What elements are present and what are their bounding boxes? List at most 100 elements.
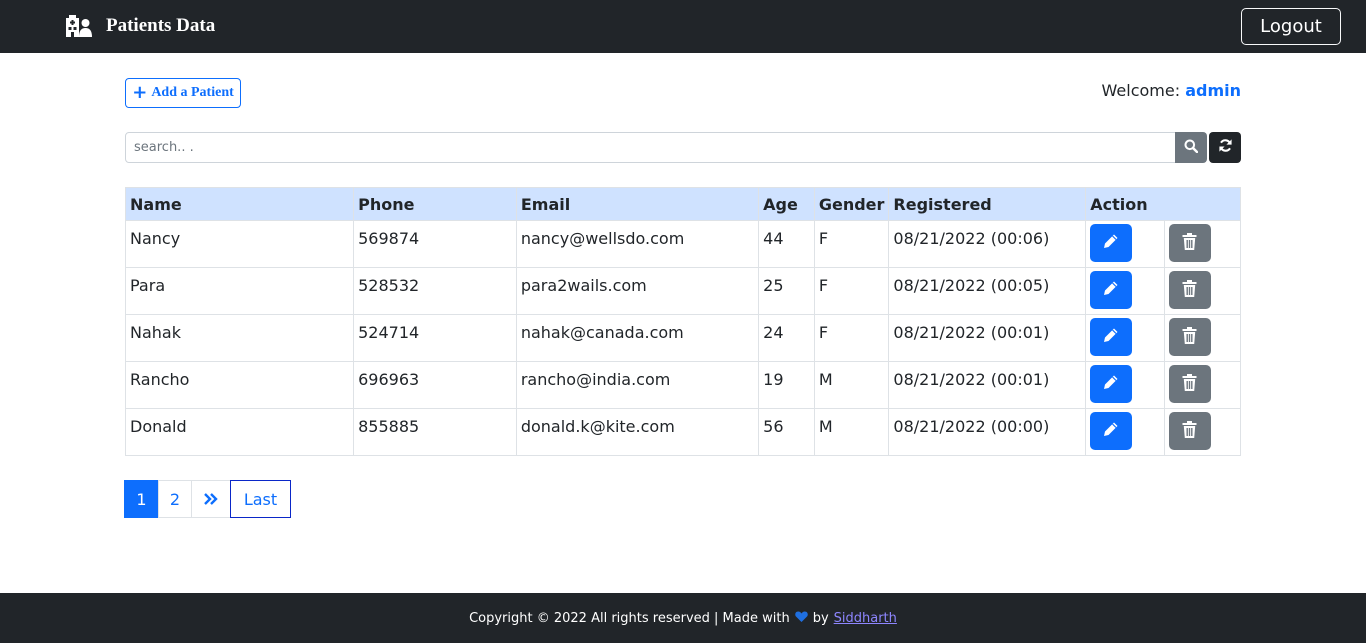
delete-button[interactable] [1168, 224, 1211, 262]
cell-delete [1163, 408, 1242, 456]
navbar: Patients Data Logout [0, 0, 1366, 53]
table-row: Nahak 524714 nahak@canada.com 24 F 08/21… [124, 314, 1242, 362]
column-header-name: Name [124, 187, 355, 221]
cell-edit [1085, 408, 1165, 456]
cell-phone: 569874 [353, 220, 517, 268]
column-header-gender: Gender [813, 187, 890, 221]
trash-icon [1182, 232, 1197, 254]
cell-registered: 08/21/2022 (00:01) [888, 314, 1087, 362]
column-header-age: Age [758, 187, 815, 221]
cell-registered: 08/21/2022 (00:06) [888, 220, 1087, 268]
cell-age: 19 [758, 361, 815, 409]
trash-icon [1182, 279, 1197, 301]
cell-email: rancho@india.com [515, 361, 760, 409]
table-header-row: Name Phone Email Age Gender Registered A… [124, 187, 1241, 221]
search-icon [1184, 138, 1199, 157]
add-patient-label: Add a Patient [151, 85, 234, 100]
search-input[interactable] [125, 132, 1176, 163]
cell-registered: 08/21/2022 (00:01) [888, 361, 1087, 409]
edit-button[interactable] [1090, 224, 1133, 262]
pencil-icon [1102, 373, 1120, 395]
cell-age: 25 [758, 267, 815, 315]
username: admin [1185, 81, 1241, 100]
by-text: by [812, 610, 829, 626]
cell-edit [1085, 220, 1165, 268]
cell-name: Para [124, 267, 355, 315]
last-page-link[interactable]: Last [230, 480, 291, 518]
patients-table: Name Phone Email Age Gender Registered A… [124, 187, 1242, 456]
cell-phone: 855885 [353, 408, 517, 456]
pencil-icon [1102, 232, 1120, 254]
pencil-icon [1102, 420, 1120, 442]
next-pages-link[interactable] [191, 480, 231, 518]
author-link[interactable]: Siddharth [834, 611, 897, 626]
cell-age: 56 [758, 408, 815, 456]
cell-gender: M [813, 361, 890, 409]
cell-gender: F [813, 267, 890, 315]
cell-delete [1163, 267, 1242, 315]
table-row: Rancho 696963 rancho@india.com 19 M 08/2… [124, 361, 1242, 409]
cell-delete [1163, 314, 1242, 362]
app-title: Patients Data [106, 15, 216, 36]
copyright-text: Copyright © 2022 All rights reserved | M… [469, 610, 790, 626]
cell-gender: F [813, 314, 890, 362]
cell-gender: M [813, 408, 890, 456]
refresh-button[interactable] [1209, 132, 1241, 163]
edit-button[interactable] [1090, 412, 1133, 450]
cell-registered: 08/21/2022 (00:05) [888, 267, 1087, 315]
cell-delete [1163, 220, 1242, 268]
cell-name: Rancho [124, 361, 355, 409]
trash-icon [1182, 326, 1197, 348]
cell-age: 24 [758, 314, 815, 362]
pencil-icon [1102, 326, 1120, 348]
welcome-prefix: Welcome: [1101, 81, 1181, 100]
edit-button[interactable] [1090, 271, 1133, 309]
hospital-user-icon [66, 15, 93, 37]
search-button[interactable] [1175, 132, 1207, 163]
pagination: 1 2 Last [124, 480, 291, 518]
cell-name: Donald [124, 408, 355, 456]
delete-button[interactable] [1168, 412, 1211, 450]
brand[interactable]: Patients Data [66, 15, 215, 37]
table-row: Donald 855885 donald.k@kite.com 56 M 08/… [124, 408, 1242, 456]
pencil-icon [1102, 279, 1120, 301]
cell-email: para2wails.com [515, 267, 760, 315]
logout-button[interactable]: Logout [1241, 8, 1341, 45]
welcome-message: Welcome: admin [1102, 80, 1241, 102]
column-header-registered: Registered [888, 187, 1087, 221]
trash-icon [1182, 420, 1197, 442]
cell-edit [1085, 314, 1165, 362]
cell-phone: 524714 [353, 314, 517, 362]
edit-button[interactable] [1090, 318, 1133, 356]
column-header-action: Action [1085, 187, 1241, 221]
cell-phone: 696963 [353, 361, 517, 409]
cell-delete [1163, 361, 1242, 409]
cell-name: Nancy [124, 220, 355, 268]
cell-email: donald.k@kite.com [515, 408, 760, 456]
table-row: Nancy 569874 nancy@wellsdo.com 44 F 08/2… [124, 220, 1242, 268]
cell-name: Nahak [124, 314, 355, 362]
column-header-email: Email [515, 187, 760, 221]
column-header-phone: Phone [353, 187, 517, 221]
refresh-icon [1218, 138, 1233, 157]
page-1-link[interactable]: 1 [124, 480, 159, 518]
cell-email: nancy@wellsdo.com [515, 220, 760, 268]
edit-button[interactable] [1090, 365, 1133, 403]
double-chevron-right-icon [204, 490, 218, 509]
plus-icon: + [132, 82, 148, 103]
cell-edit [1085, 267, 1165, 315]
cell-registered: 08/21/2022 (00:00) [888, 408, 1087, 456]
cell-phone: 528532 [353, 267, 517, 315]
heart-icon [794, 611, 808, 626]
delete-button[interactable] [1168, 271, 1211, 309]
cell-edit [1085, 361, 1165, 409]
footer: Copyright © 2022 All rights reserved | M… [0, 593, 1366, 643]
cell-gender: F [813, 220, 890, 268]
table-row: Para 528532 para2wails.com 25 F 08/21/20… [124, 267, 1242, 315]
delete-button[interactable] [1168, 318, 1211, 356]
delete-button[interactable] [1168, 365, 1211, 403]
cell-age: 44 [758, 220, 815, 268]
cell-email: nahak@canada.com [515, 314, 760, 362]
page-2-link[interactable]: 2 [158, 480, 192, 518]
add-patient-button[interactable]: + Add a Patient [125, 78, 241, 108]
